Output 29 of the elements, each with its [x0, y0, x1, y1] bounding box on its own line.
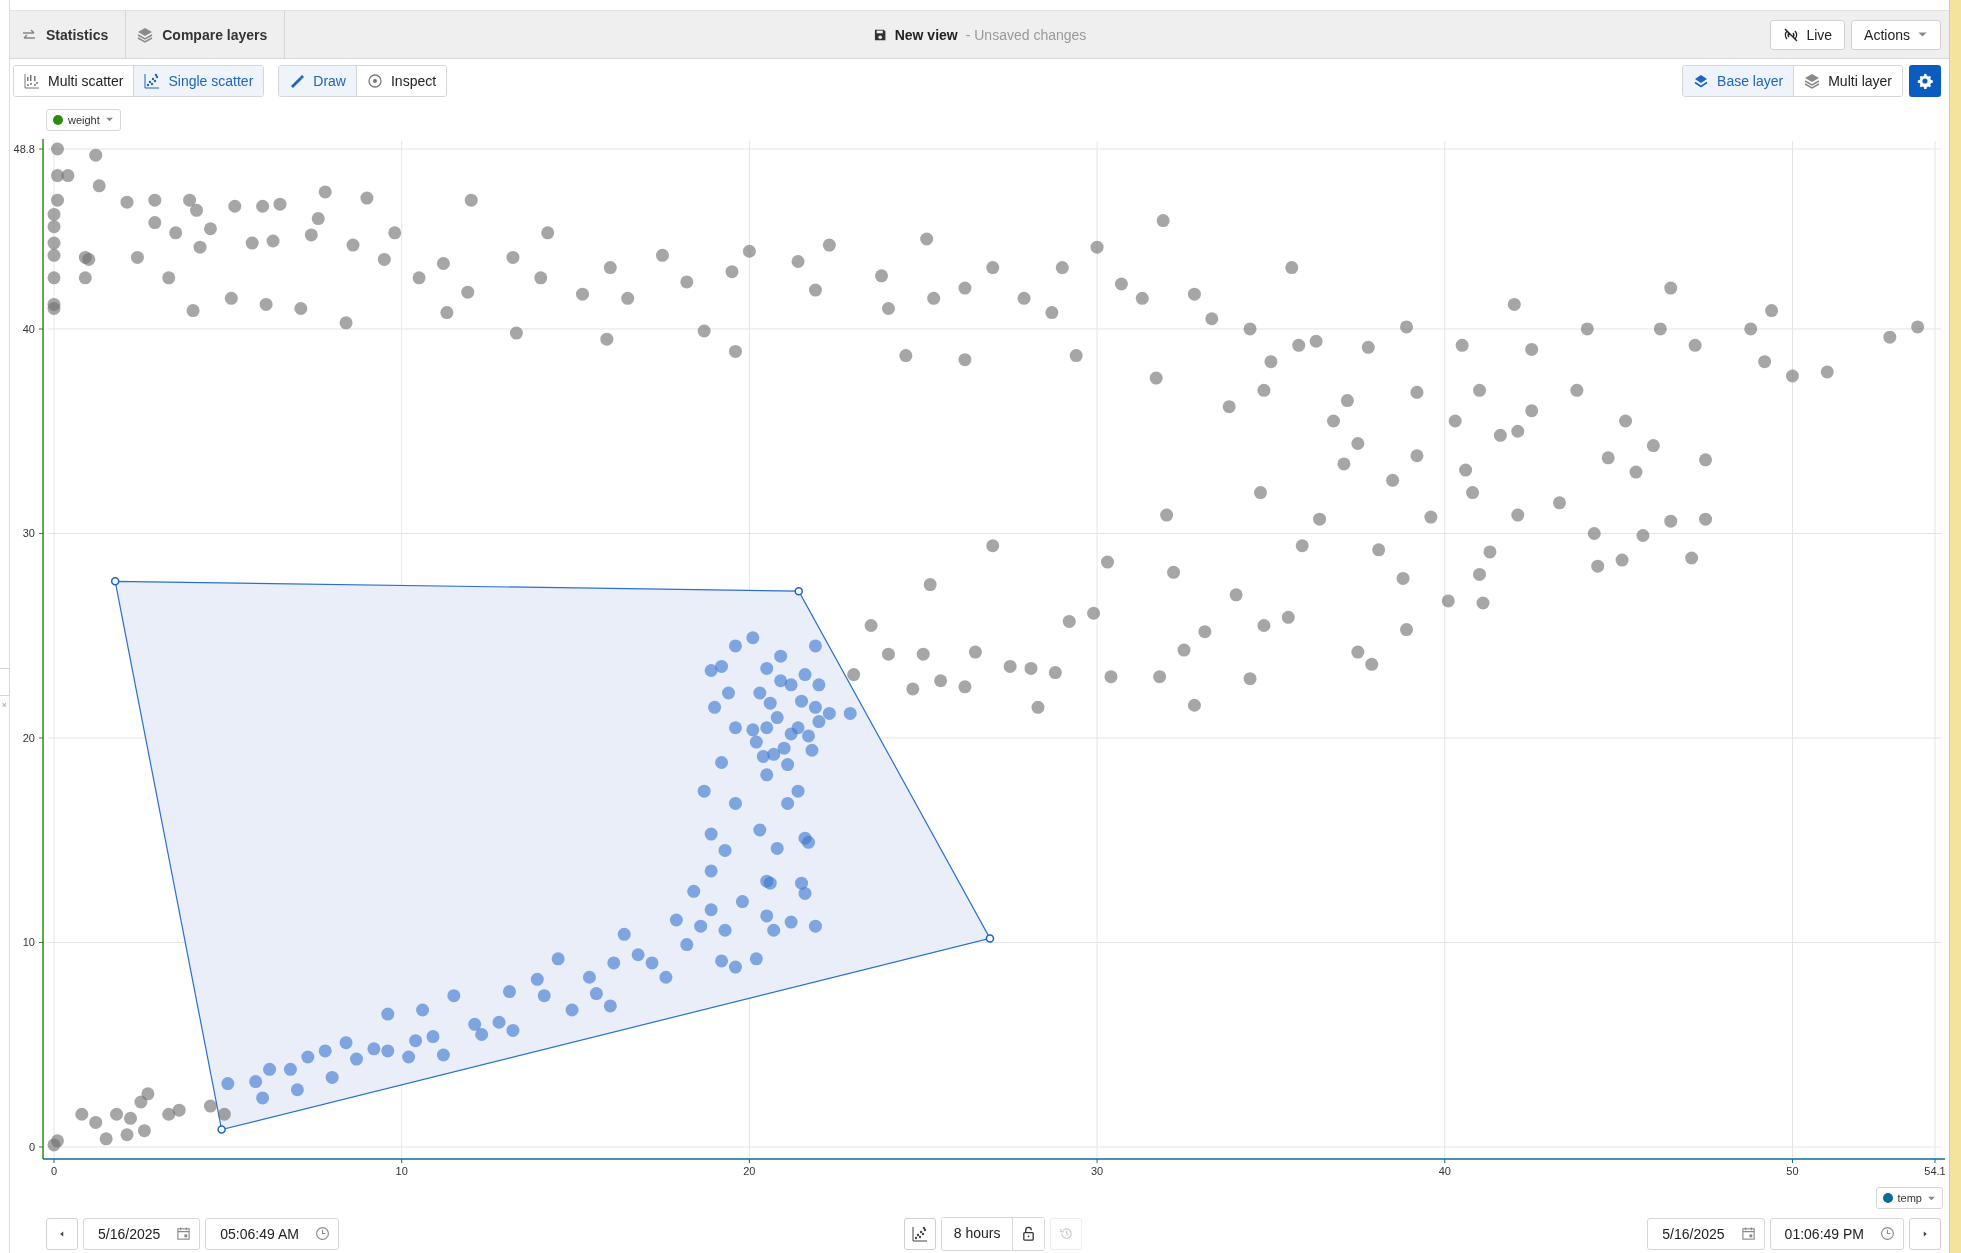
view-mode-toggle[interactable]: Single scatter [134, 66, 264, 96]
y-channel-dropdown[interactable]: weight [46, 108, 121, 131]
x-tick-label: 10 [395, 1165, 408, 1177]
date-field[interactable]: 5/16/2025 [1647, 1217, 1765, 1250]
y-tick-label: 48.8 [13, 143, 35, 155]
view-mode-toggle[interactable]: Multi scatter [14, 66, 135, 96]
y-tick-label: 40 [22, 322, 35, 335]
layer-toggle[interactable]: Base layer [1683, 66, 1795, 96]
x-channel-dropdown[interactable]: temp [1875, 1187, 1943, 1209]
header-tab[interactable]: Statistics [10, 11, 127, 58]
header-tab[interactable]: Compare layers [126, 11, 286, 58]
y-tick-label: 0 [28, 1141, 35, 1153]
x-tick-label: 54.1 [1924, 1165, 1946, 1177]
tool-toggle[interactable]: Draw [279, 66, 357, 96]
unsaved-status: - Unsaved changes [965, 26, 1087, 43]
x-tick-label: 30 [1090, 1165, 1104, 1177]
live-button[interactable]: Live [1770, 19, 1846, 50]
date-field[interactable]: 5/16/2025 [83, 1217, 201, 1250]
x-tick-label: 0 [50, 1165, 58, 1177]
y-tick-label: 30 [22, 527, 35, 540]
x-tick-label: 20 [743, 1165, 756, 1177]
y-tick-label: 10 [22, 936, 35, 949]
x-tick-label: 50 [1786, 1165, 1799, 1177]
time-field[interactable]: 01:06:49 PM [1769, 1217, 1904, 1250]
actions-dropdown[interactable]: Actions [1851, 19, 1941, 50]
view-title: New view [894, 26, 958, 43]
y-tick-label: 20 [22, 732, 35, 744]
time-field[interactable]: 05:06:49 AM [205, 1217, 339, 1250]
x-tick-label: 40 [1438, 1165, 1451, 1177]
